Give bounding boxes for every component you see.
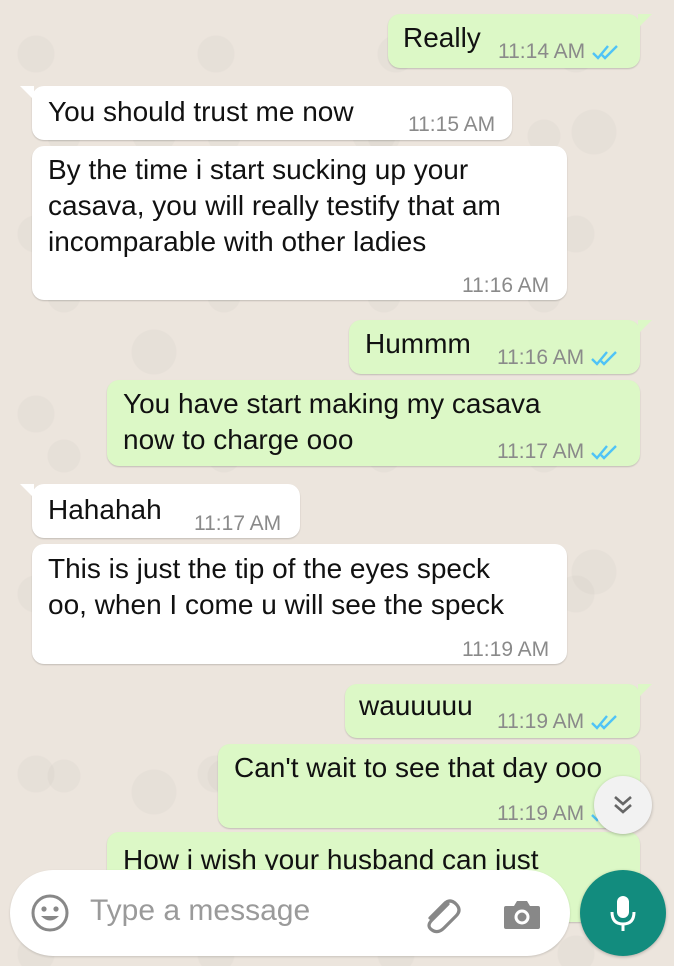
message-input[interactable]: Type a message <box>90 894 310 928</box>
message-bubble-outgoing[interactable]: Hummm 11:16 AM <box>349 320 652 376</box>
message-bubble-outgoing[interactable]: You have start making my casava now to c… <box>107 380 640 466</box>
message-time: 11:17 AM <box>497 440 585 463</box>
message-bubble-incoming[interactable]: By the time i start sucking up your casa… <box>32 146 567 300</box>
message-text: You have start making my casava now to c… <box>123 388 541 455</box>
emoji-icon[interactable] <box>28 891 72 935</box>
message-meta: 11:16 AM <box>497 340 620 376</box>
message-meta: 11:17 AM <box>497 434 620 470</box>
message-text: You should trust me now <box>48 96 354 127</box>
double-check-icon <box>591 445 618 460</box>
message-composer[interactable]: Type a message <box>10 870 570 956</box>
paperclip-icon[interactable] <box>418 890 464 936</box>
message-time: 11:14 AM <box>498 40 586 63</box>
mic-icon <box>610 896 636 931</box>
mic-button[interactable] <box>580 870 666 956</box>
chat-area[interactable]: Really 11:14 AM You should trust me now … <box>0 0 674 966</box>
double-chevron-down-icon <box>614 796 632 814</box>
message-meta: 11:16 AM <box>462 268 549 304</box>
message-bubble-incoming[interactable]: Hahahah 11:17 AM <box>20 484 300 538</box>
message-meta: 11:14 AM <box>498 34 621 70</box>
message-text: Can't wait to see that day ooo <box>234 752 603 783</box>
message-time: 11:16 AM <box>497 346 585 369</box>
message-meta: 11:19 AM <box>497 704 620 740</box>
message-meta: 11:15 AM <box>408 107 495 143</box>
double-check-icon <box>591 715 618 730</box>
message-text: Really <box>403 22 481 53</box>
message-time: 11:19 AM <box>497 710 585 733</box>
message-bubble-incoming[interactable]: This is just the tip of the eyes speck o… <box>32 544 567 664</box>
camera-icon[interactable] <box>500 892 544 936</box>
message-time: 11:19 AM <box>462 638 550 661</box>
message-meta: 11:19 AM <box>462 632 549 668</box>
message-text: This is just the tip of the eyes speck o… <box>48 553 505 620</box>
message-time: 11:17 AM <box>194 512 282 535</box>
message-time: 11:19 AM <box>497 802 585 825</box>
message-bubble-outgoing[interactable]: wauuuuu 11:19 AM <box>345 684 652 740</box>
message-time: 11:15 AM <box>408 113 496 136</box>
message-text: By the time i start sucking up your casa… <box>48 154 501 257</box>
double-check-icon <box>591 351 618 366</box>
scroll-to-bottom-button[interactable] <box>594 776 652 834</box>
double-check-icon <box>592 45 619 60</box>
message-bubble-outgoing[interactable]: Really 11:14 AM <box>388 14 652 70</box>
message-bubble-incoming[interactable]: You should trust me now 11:15 AM <box>20 86 512 143</box>
message-bubble-outgoing[interactable]: Can't wait to see that day ooo 11:19 AM <box>218 744 640 828</box>
message-meta: 11:17 AM <box>194 506 281 542</box>
message-time: 11:16 AM <box>462 274 550 297</box>
message-text: Hahahah <box>48 494 162 525</box>
message-text: wauuuuu <box>359 690 473 721</box>
message-text: Hummm <box>365 328 471 359</box>
